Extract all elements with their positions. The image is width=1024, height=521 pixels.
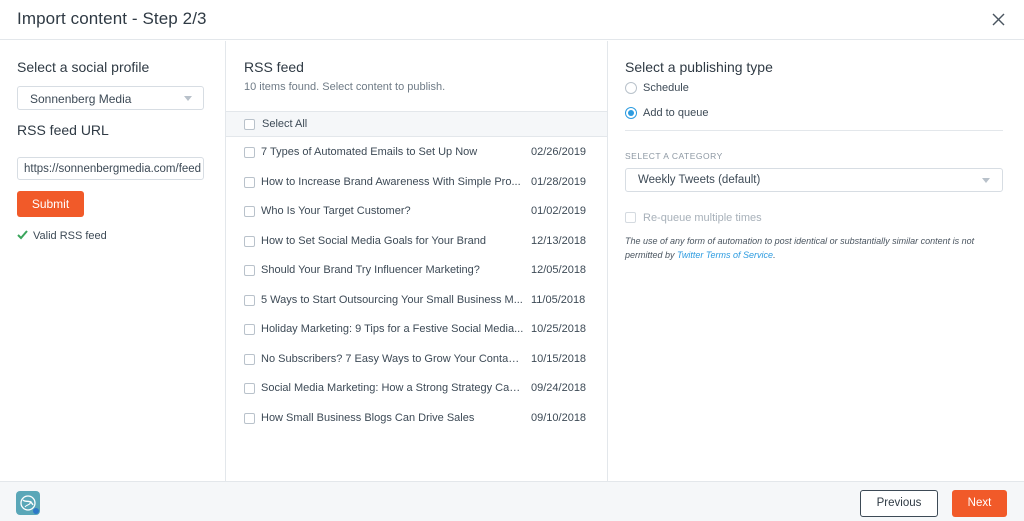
feed-item-date: 09/10/2018 — [531, 411, 587, 424]
automation-disclaimer: The use of any form of automation to pos… — [625, 234, 1005, 262]
feed-item-checkbox[interactable] — [244, 294, 255, 306]
feed-item[interactable]: How to Set Social Media Goals for Your B… — [226, 234, 607, 264]
profile-heading: Select a social profile — [17, 59, 150, 75]
feed-item[interactable]: How Small Business Blogs Can Drive Sales… — [226, 411, 607, 441]
feed-item-date: 09/24/2018 — [531, 382, 587, 394]
feed-item-date: 11/05/2018 — [531, 293, 586, 306]
requeue-checkbox[interactable] — [625, 212, 636, 223]
profile-select-value: Sonnenberg Media — [30, 92, 132, 106]
rss-feed-heading: RSS feed — [244, 59, 304, 75]
modal-header: Import content - Step 2/3 — [0, 0, 1024, 40]
modal-footer: Previous Next — [0, 481, 1024, 521]
feed-item-date: 12/13/2018 — [531, 234, 587, 247]
publishing-type-panel: Select a publishing type Schedule Add to… — [608, 41, 1024, 481]
feed-item-checkbox[interactable] — [244, 265, 255, 276]
feed-item[interactable]: Who Is Your Target Customer? 01/02/2019 — [226, 204, 607, 234]
twitter-terms-link[interactable]: Twitter Terms of Service — [677, 250, 773, 260]
requeue-label: Re-queue multiple times — [643, 212, 762, 224]
submit-button[interactable]: Submit — [17, 191, 84, 217]
feed-item-date: 01/02/2019 — [531, 205, 587, 217]
feed-item-checkbox[interactable] — [244, 383, 255, 394]
feed-item-title: No Subscribers? 7 Easy Ways to Grow Your… — [261, 352, 524, 365]
feed-item[interactable]: Should Your Brand Try Influencer Marketi… — [226, 263, 607, 293]
category-select[interactable]: Weekly Tweets (default) — [625, 168, 1003, 192]
chevron-down-icon — [184, 96, 192, 101]
select-all-checkbox[interactable] — [244, 119, 255, 130]
feed-item-date: 02/26/2019 — [531, 146, 587, 158]
feed-item[interactable]: How to Increase Brand Awareness With Sim… — [226, 175, 607, 205]
modal-title: Import content - Step 2/3 — [17, 9, 207, 28]
feed-item-date: 10/25/2018 — [531, 323, 587, 335]
publishing-type-heading: Select a publishing type — [625, 59, 773, 75]
check-icon — [17, 230, 29, 243]
feed-item-title: Who Is Your Target Customer? — [261, 205, 411, 217]
disclaimer-end: . — [773, 250, 776, 260]
feed-item-checkbox[interactable] — [244, 206, 255, 217]
feed-item-title: How to Increase Brand Awareness With Sim… — [261, 175, 521, 188]
feed-item-checkbox[interactable] — [244, 147, 255, 158]
valid-feed-text: Valid RSS feed — [33, 230, 107, 242]
feed-item-title: How Small Business Blogs Can Drive Sales — [261, 411, 475, 424]
profile-select[interactable]: Sonnenberg Media — [17, 86, 204, 110]
schedule-label: Schedule — [643, 82, 689, 94]
divider — [625, 130, 1003, 131]
feed-item-date: 12/05/2018 — [531, 264, 587, 276]
select-all-row[interactable]: Select All — [226, 111, 607, 137]
add-to-queue-label: Add to queue — [643, 107, 709, 119]
feed-item[interactable]: 7 Types of Automated Emails to Set Up No… — [226, 145, 607, 175]
feed-list: 7 Types of Automated Emails to Set Up No… — [226, 145, 607, 440]
feed-item-checkbox[interactable] — [244, 412, 255, 424]
feed-item-title: Holiday Marketing: 9 Tips for a Festive … — [261, 323, 524, 335]
social-profile-panel: Select a social profile Sonnenberg Media… — [0, 41, 226, 481]
next-button[interactable]: Next — [952, 490, 1007, 517]
feed-item-checkbox[interactable] — [244, 235, 255, 247]
rss-feed-subtitle: 10 items found. Select content to publis… — [244, 81, 446, 93]
feed-item-title: How to Set Social Media Goals for Your B… — [261, 234, 487, 247]
feed-item-title: 5 Ways to Start Outsourcing Your Small B… — [261, 293, 523, 306]
feed-item-checkbox[interactable] — [244, 353, 255, 365]
feed-item[interactable]: No Subscribers? 7 Easy Ways to Grow Your… — [226, 352, 607, 382]
feed-item[interactable]: 5 Ways to Start Outsourcing Your Small B… — [226, 293, 607, 323]
feed-item[interactable]: Holiday Marketing: 9 Tips for a Festive … — [226, 322, 607, 352]
feed-item-title: Should Your Brand Try Influencer Marketi… — [261, 264, 480, 276]
feed-item-date: 01/28/2019 — [531, 175, 587, 188]
add-to-queue-radio[interactable] — [625, 107, 637, 119]
rss-feed-panel: RSS feed 10 items found. Select content … — [226, 41, 608, 481]
chevron-down-icon — [982, 178, 990, 183]
category-select-value: Weekly Tweets (default) — [638, 174, 761, 186]
feed-item-date: 10/15/2018 — [531, 352, 587, 365]
select-all-label: Select All — [262, 118, 308, 130]
rss-url-heading: RSS feed URL — [17, 122, 109, 138]
previous-button[interactable]: Previous — [860, 490, 938, 517]
import-content-modal: Import content - Step 2/3 Select a socia… — [0, 0, 1024, 521]
category-label: SELECT A CATEGORY — [625, 151, 723, 161]
valid-feed-status: Valid RSS feed — [17, 230, 107, 243]
feed-item-checkbox[interactable] — [244, 176, 255, 188]
feed-item-checkbox[interactable] — [244, 324, 255, 335]
app-logo-icon — [16, 491, 40, 515]
schedule-radio[interactable] — [625, 82, 637, 94]
rss-url-input[interactable]: https://sonnenbergmedia.com/feed — [17, 157, 204, 180]
feed-item-title: Social Media Marketing: How a Strong Str… — [261, 382, 524, 394]
feed-item-title: 7 Types of Automated Emails to Set Up No… — [261, 146, 478, 158]
close-icon[interactable] — [988, 9, 1010, 31]
feed-item[interactable]: Social Media Marketing: How a Strong Str… — [226, 381, 607, 411]
